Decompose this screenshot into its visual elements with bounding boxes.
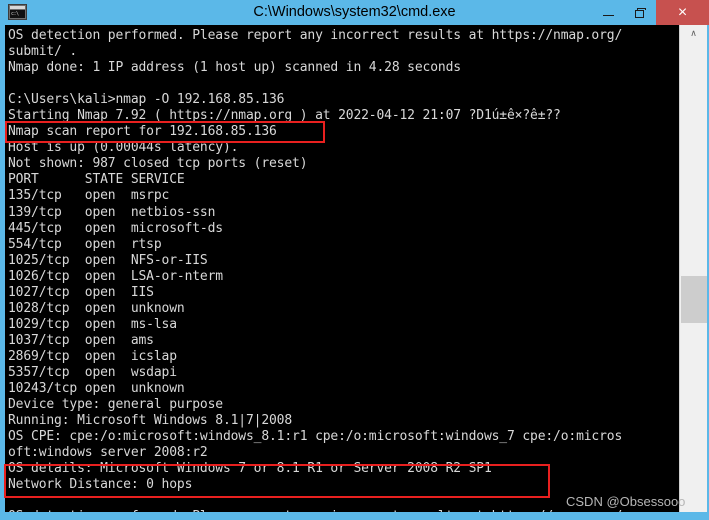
minimize-icon bbox=[602, 15, 614, 16]
maximize-restore-button[interactable] bbox=[624, 0, 656, 25]
cmd-window: c:\ C:\Windows\system32\cmd.exe × OS det… bbox=[0, 0, 709, 520]
console-output-text: OS detection performed. Please report an… bbox=[8, 28, 623, 512]
console-frame: OS detection performed. Please report an… bbox=[2, 25, 707, 515]
cmd-icon-titlebar-strip bbox=[10, 6, 25, 9]
cmd-icon-screen: c:\ bbox=[10, 10, 25, 18]
restore-icon bbox=[634, 7, 646, 18]
minimize-button[interactable] bbox=[592, 0, 624, 25]
console-output-area[interactable]: OS detection performed. Please report an… bbox=[5, 25, 679, 512]
console-scrollbar[interactable]: ∧ bbox=[679, 25, 707, 512]
close-button[interactable]: × bbox=[656, 0, 709, 25]
cmd-icon: c:\ bbox=[8, 4, 27, 20]
scrollbar-thumb[interactable] bbox=[681, 276, 707, 323]
close-icon: × bbox=[677, 3, 688, 21]
window-titlebar[interactable]: c:\ C:\Windows\system32\cmd.exe × bbox=[0, 0, 709, 25]
scroll-up-arrow-icon[interactable]: ∧ bbox=[680, 25, 707, 42]
